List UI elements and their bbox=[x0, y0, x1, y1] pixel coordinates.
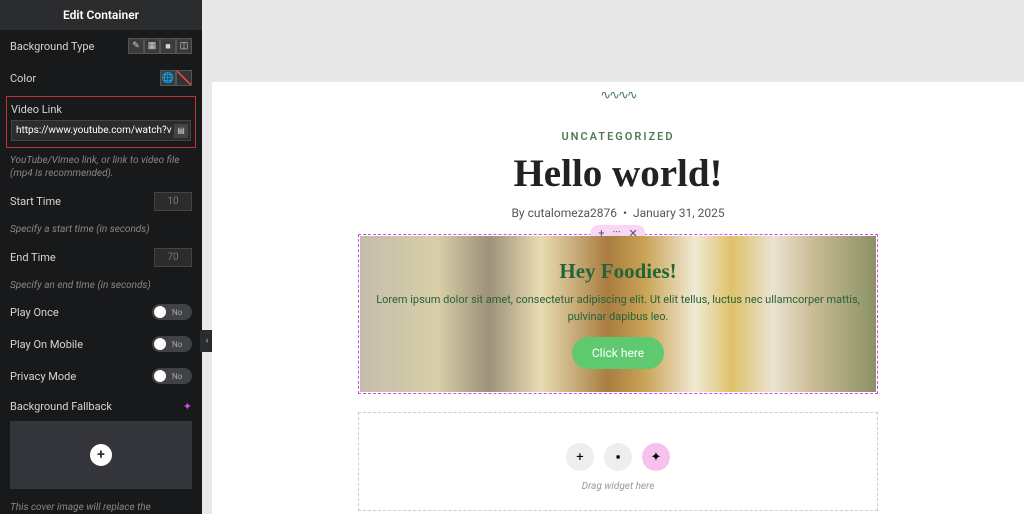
ai-sparkle-icon[interactable]: ✦ bbox=[183, 400, 192, 413]
post-category[interactable]: UNCATEGORIZED bbox=[226, 130, 1010, 143]
start-time-help: Specify a start time (in seconds) bbox=[0, 219, 202, 240]
ai-widget-icon[interactable]: ✦ bbox=[642, 443, 670, 471]
video-link-input[interactable] bbox=[14, 123, 174, 138]
end-time-input[interactable] bbox=[154, 248, 192, 267]
fallback-dropzone[interactable]: + bbox=[10, 421, 192, 489]
end-time-label: End Time bbox=[10, 251, 56, 264]
post-title: Hello world! bbox=[226, 151, 1010, 196]
start-time-row: Start Time bbox=[0, 184, 202, 219]
privacy-label: Privacy Mode bbox=[10, 370, 76, 383]
sidebar-title: Edit Container bbox=[0, 0, 202, 30]
widget-dropzone[interactable]: + ▪ ✦ Drag widget here bbox=[358, 412, 878, 511]
color-row: Color 🌐 bbox=[0, 62, 202, 94]
dynamic-tag-icon[interactable]: ▤ bbox=[174, 124, 188, 138]
fallback-row: Background Fallback ✦ bbox=[0, 392, 202, 421]
post-author[interactable]: cutalomeza2876 bbox=[528, 206, 617, 220]
brush-icon[interactable]: ✎ bbox=[128, 38, 144, 54]
play-once-toggle[interactable]: No bbox=[152, 304, 192, 320]
post-date: January 31, 2025 bbox=[633, 206, 725, 220]
dropzone-actions: + ▪ ✦ bbox=[359, 443, 877, 471]
site-preview: ∿∿∿∿ 🔍 Home About About FOODIEVERSE Cont… bbox=[212, 82, 1024, 514]
video-link-section: Video Link ▤ bbox=[6, 96, 196, 148]
no-color-icon[interactable] bbox=[176, 70, 192, 86]
panel-gutter: ‹ bbox=[202, 0, 212, 514]
editor-sidebar: Edit Container Background Type ✎ ▦ ■ ◫ C… bbox=[0, 0, 202, 514]
end-time-help: Specify an end time (in seconds) bbox=[0, 275, 202, 296]
privacy-row: Privacy Mode No bbox=[0, 360, 202, 392]
preview-canvas: ∿∿∿∿ 🔍 Home About About FOODIEVERSE Cont… bbox=[212, 0, 1024, 514]
play-mobile-toggle[interactable]: No bbox=[152, 336, 192, 352]
color-label: Color bbox=[10, 72, 36, 85]
video-link-help: YouTube/Vimeo link, or link to video fil… bbox=[0, 150, 202, 184]
globe-icon[interactable]: 🌐 bbox=[160, 70, 176, 86]
hero-text[interactable]: Lorem ipsum dolor sit amet, consectetur … bbox=[372, 292, 864, 325]
slideshow-icon[interactable]: ◫ bbox=[176, 38, 192, 54]
bg-type-row: Background Type ✎ ▦ ■ ◫ bbox=[0, 30, 202, 62]
add-widget-icon[interactable]: + bbox=[566, 443, 594, 471]
start-time-label: Start Time bbox=[10, 195, 61, 208]
play-mobile-label: Play On Mobile bbox=[10, 338, 83, 351]
hero-background: Hey Foodies! Lorem ipsum dolor sit amet,… bbox=[360, 236, 876, 392]
bg-type-label: Background Type bbox=[10, 40, 94, 53]
fallback-label: Background Fallback bbox=[10, 400, 112, 413]
site-header: 🔍 Home About About FOODIEVERSE Contact B… bbox=[212, 82, 1024, 92]
start-time-input[interactable] bbox=[154, 192, 192, 211]
hero-cta-button[interactable]: Click here bbox=[572, 337, 664, 369]
hero-container[interactable]: + ::: ✕ Hey Foodies! Lorem ipsum dolor s… bbox=[358, 234, 878, 394]
folder-icon[interactable]: ▪ bbox=[604, 443, 632, 471]
color-controls: 🌐 bbox=[160, 70, 192, 86]
play-once-row: Play Once No bbox=[0, 296, 202, 328]
privacy-toggle[interactable]: No bbox=[152, 368, 192, 384]
add-image-icon: + bbox=[90, 444, 112, 466]
canvas-padding bbox=[212, 0, 1024, 82]
end-time-row: End Time bbox=[0, 240, 202, 275]
video-link-input-wrap: ▤ bbox=[11, 120, 191, 141]
play-mobile-row: Play On Mobile No bbox=[0, 328, 202, 360]
hero-heading[interactable]: Hey Foodies! bbox=[559, 259, 676, 284]
video-icon[interactable]: ■ bbox=[160, 38, 176, 54]
video-link-label: Video Link bbox=[11, 101, 191, 120]
bg-type-options: ✎ ▦ ■ ◫ bbox=[128, 38, 192, 54]
fallback-help: This cover image will replace the backgr… bbox=[0, 497, 202, 514]
post-meta: By cutalomeza2876 • January 31, 2025 bbox=[226, 206, 1010, 220]
play-once-label: Play Once bbox=[10, 306, 59, 319]
dropzone-hint: Drag widget here bbox=[359, 481, 877, 492]
image-icon[interactable]: ▦ bbox=[144, 38, 160, 54]
